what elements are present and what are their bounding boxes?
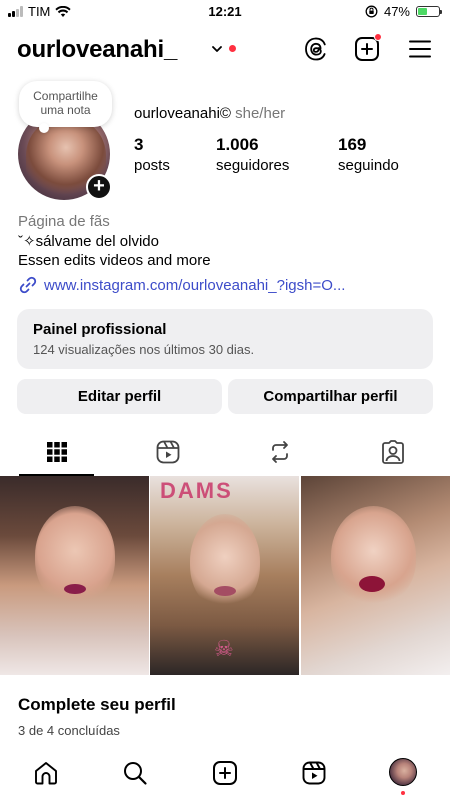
- reels-nav-icon[interactable]: [301, 760, 327, 786]
- post-overlay-text: DAMS: [160, 478, 233, 503]
- post-lips: [64, 584, 86, 594]
- hamburger-menu-icon[interactable]: [407, 36, 433, 62]
- bottom-nav: [0, 748, 450, 800]
- bio-line-1: ˇ✧sálvame del olvido: [18, 232, 159, 250]
- account-switcher-username[interactable]: ourloveanahi_: [17, 36, 177, 64]
- create-notification-dot: [374, 33, 382, 41]
- tab-posts-grid[interactable]: [19, 428, 94, 476]
- create-plus-icon[interactable]: [354, 33, 382, 62]
- stat-following[interactable]: 169 seguindo: [338, 135, 399, 174]
- profile-notification-dot: [401, 791, 405, 795]
- complete-profile-title: Complete seu perfil: [18, 695, 176, 714]
- notification-dot: [229, 45, 236, 52]
- tab-reels[interactable]: [130, 428, 205, 476]
- bio-line-2: Essen edits videos and more: [18, 252, 211, 269]
- post-thumbnail[interactable]: [0, 476, 149, 675]
- display-name: ourloveanahi© she/her: [134, 105, 285, 122]
- profile-category: Página de fãs: [18, 213, 110, 230]
- threads-icon[interactable]: [303, 36, 329, 62]
- followers-label: seguidores: [216, 157, 290, 174]
- post-thumbnail[interactable]: DAMS ☠: [150, 476, 299, 675]
- tagged-icon: [381, 440, 404, 464]
- search-icon[interactable]: [122, 760, 148, 786]
- complete-profile-progress: 3 de 4 concluídas: [18, 723, 176, 738]
- following-label: seguindo: [338, 157, 399, 174]
- stat-followers[interactable]: 1.006 seguidores: [216, 135, 289, 174]
- complete-profile-section: Complete seu perfil 3 de 4 concluídas: [18, 695, 176, 738]
- edit-profile-button[interactable]: Editar perfil: [17, 379, 222, 414]
- progress-count: 3 de 4: [18, 723, 55, 738]
- battery-percent: 47%: [383, 4, 410, 19]
- post-thumbnail[interactable]: [301, 476, 450, 675]
- profile-header: ourloveanahi_: [17, 30, 434, 70]
- posts-grid: DAMS ☠: [0, 476, 450, 675]
- reels-icon: [156, 440, 179, 464]
- posts-count: 3: [134, 135, 144, 154]
- battery-icon: [416, 6, 442, 17]
- professional-dashboard[interactable]: Painel profissional 124 visualizações no…: [17, 309, 433, 369]
- post-lips: [214, 586, 236, 596]
- skull-icon: ☠: [214, 636, 234, 661]
- pronouns: she/her: [235, 105, 286, 122]
- orientation-lock-icon: [365, 5, 378, 18]
- create-icon[interactable]: [212, 760, 238, 786]
- home-icon[interactable]: [33, 760, 59, 786]
- add-story-plus-icon[interactable]: +: [86, 174, 112, 200]
- tab-reposts[interactable]: [242, 428, 317, 476]
- tab-tagged[interactable]: [355, 428, 430, 476]
- content-tabs: [0, 428, 450, 476]
- status-bar: TIM 12:21 47%: [0, 0, 450, 24]
- posts-label: posts: [134, 157, 170, 174]
- link-icon: [19, 276, 37, 294]
- stat-posts[interactable]: 3 posts: [134, 135, 170, 174]
- bio: Página de fãs ˇ✧sálvame del olvido Essen…: [18, 212, 211, 271]
- pro-panel-title: Painel profissional: [33, 321, 167, 338]
- bio-link-text: www.instagram.com/ourloveanahi_?igsh=O..…: [44, 276, 346, 294]
- followers-count: 1.006: [216, 135, 259, 154]
- share-profile-button[interactable]: Compartilhar perfil: [228, 379, 433, 414]
- chevron-down-icon[interactable]: [212, 44, 222, 54]
- share-note-bubble[interactable]: Compartilhe uma nota: [19, 81, 112, 133]
- grid-icon: [46, 442, 67, 462]
- status-right: 47%: [365, 4, 442, 19]
- post-lips: [359, 576, 385, 592]
- profile-nav-avatar[interactable]: [389, 758, 417, 786]
- bio-link[interactable]: www.instagram.com/ourloveanahi_?igsh=O..…: [18, 275, 345, 295]
- battery-fill: [418, 8, 428, 15]
- following-count: 169: [338, 135, 367, 154]
- reposts-icon: [271, 441, 288, 463]
- display-name-text: ourloveanahi©: [134, 105, 231, 122]
- progress-suffix: concluídas: [57, 723, 120, 738]
- pro-panel-subtitle: 124 visualizações nos últimos 30 dias.: [33, 342, 255, 357]
